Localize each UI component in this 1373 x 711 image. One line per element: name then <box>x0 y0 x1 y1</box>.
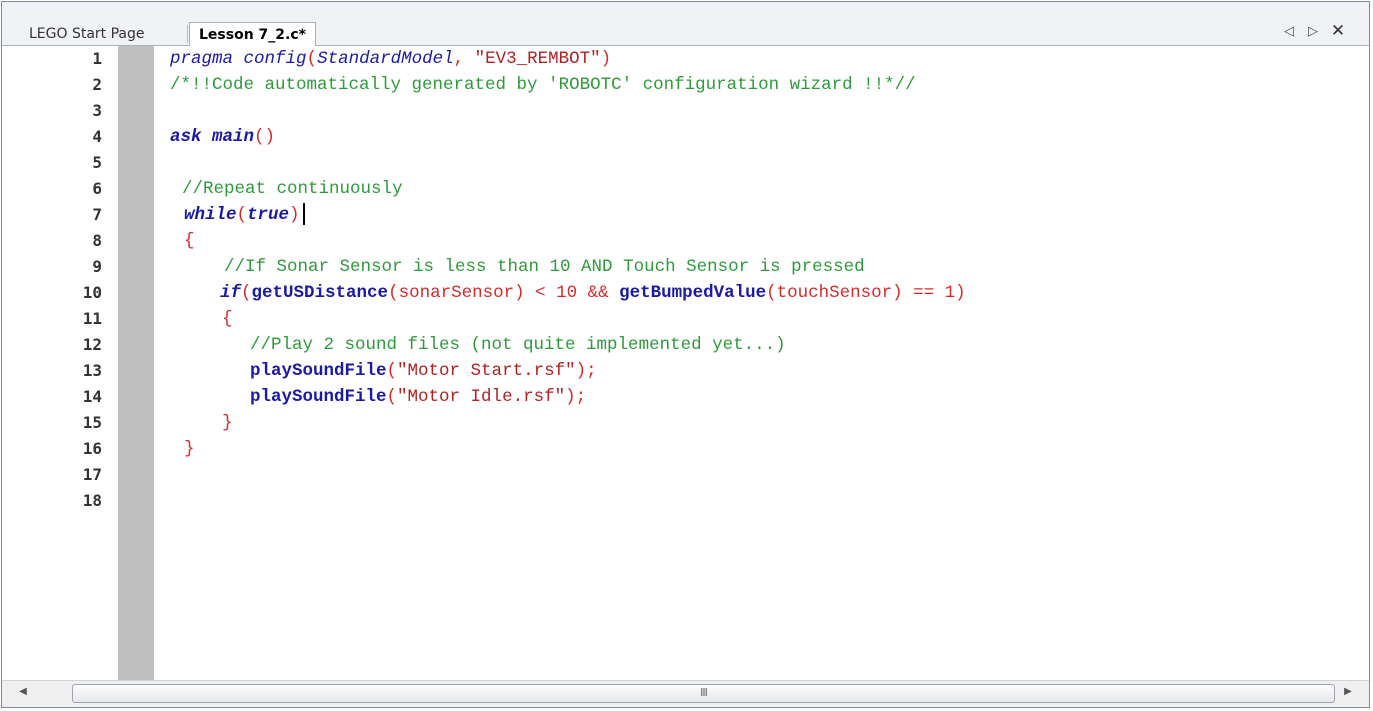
punctuation: ( <box>306 49 318 69</box>
line-number: 12 <box>82 335 102 354</box>
function-name: playSoundFile <box>250 387 387 407</box>
close-tab-icon[interactable]: ✕ <box>1329 21 1347 41</box>
code-line: } <box>222 410 233 436</box>
comment: //Repeat continuously <box>182 179 403 199</box>
string-literal: "EV3_REMBOT" <box>474 49 601 69</box>
code-editor[interactable]: 1 2 3 4 5 6 7 8 9 10 11 12 13 14 15 16 1… <box>2 46 1369 680</box>
code-line: //Play 2 sound files (not quite implemen… <box>250 332 786 358</box>
line-number: 17 <box>82 465 102 484</box>
brace: { <box>222 309 233 329</box>
keyword: true <box>247 205 290 225</box>
scroll-left-arrow-icon[interactable]: ◀ <box>16 686 30 697</box>
string-literal: "Motor Start.rsf" <box>397 361 576 381</box>
tab-divider <box>187 25 188 43</box>
horizontal-scrollbar[interactable]: ◀ III ▶ <box>2 680 1369 707</box>
punctuation: () <box>254 127 276 147</box>
code-line: { <box>184 228 195 254</box>
code-line: { <box>222 306 233 332</box>
grip-icon: III <box>700 686 708 699</box>
expression: (sonarSensor) < 10 && <box>388 283 620 303</box>
line-number: 13 <box>82 361 102 380</box>
punctuation: ( <box>236 205 248 225</box>
scroll-right-arrow-icon[interactable]: ▶ <box>1341 686 1355 697</box>
string-literal: "Motor Idle.rsf" <box>397 387 566 407</box>
code-line: playSoundFile("Motor Idle.rsf"); <box>250 384 586 410</box>
punctuation: ( <box>386 361 398 381</box>
punctuation: ( <box>386 387 398 407</box>
comment: /*!!Code automatically generated by 'ROB… <box>170 75 916 95</box>
expression: (touchSensor) == 1) <box>766 283 966 303</box>
punctuation: ); <box>565 387 587 407</box>
line-number: 8 <box>92 231 102 250</box>
function-name: config <box>243 49 307 69</box>
line-number: 4 <box>92 127 102 146</box>
keyword: if <box>220 283 242 303</box>
document-tab-bar: LEGO Start Page Lesson 7_2.c* ◁ ▷ ✕ <box>2 2 1369 47</box>
code-line: if(getUSDistance(sonarSensor) < 10 && ge… <box>220 280 966 306</box>
code-line: //Repeat continuously <box>182 176 403 202</box>
brace: { <box>184 231 195 251</box>
tab-lego-start-page[interactable]: LEGO Start Page <box>20 22 154 46</box>
text-cursor <box>302 203 305 226</box>
breakpoint-margin[interactable] <box>118 46 154 680</box>
punctuation: ( <box>241 283 252 303</box>
punctuation: ) <box>600 49 612 69</box>
line-number: 10 <box>82 283 102 302</box>
function-name: playSoundFile <box>250 361 387 381</box>
line-number: 9 <box>92 257 102 276</box>
code-line: //If Sonar Sensor is less than 10 AND To… <box>224 254 865 280</box>
line-number: 3 <box>92 101 102 120</box>
line-number: 14 <box>82 387 102 406</box>
code-line: /*!!Code automatically generated by 'ROB… <box>170 72 916 98</box>
code-line: pragma config(StandardModel, "EV3_REMBOT… <box>170 46 611 72</box>
keyword: ask <box>170 127 202 147</box>
brace: } <box>222 413 233 433</box>
line-number: 7 <box>92 205 102 224</box>
code-line: ask main() <box>170 124 275 150</box>
identifier: StandardModel <box>317 49 454 69</box>
comment: //If Sonar Sensor is less than 10 AND To… <box>224 257 865 277</box>
scroll-tabs-left-icon[interactable]: ◁ <box>1280 24 1298 39</box>
function-name: getUSDistance <box>251 283 389 303</box>
line-number: 15 <box>82 413 102 432</box>
punctuation: ); <box>575 361 597 381</box>
function-name: main <box>212 127 255 147</box>
code-line: while(true) <box>184 202 305 228</box>
tab-lesson-7-2[interactable]: Lesson 7_2.c* <box>189 22 316 47</box>
code-line: } <box>184 436 195 462</box>
editor-window: LEGO Start Page Lesson 7_2.c* ◁ ▷ ✕ 1 2 … <box>1 1 1370 708</box>
punctuation: , <box>453 49 465 69</box>
scrollbar-thumb[interactable]: III <box>72 684 1335 703</box>
line-number: 2 <box>92 75 102 94</box>
line-number: 6 <box>92 179 102 198</box>
code-line: playSoundFile("Motor Start.rsf"); <box>250 358 597 384</box>
brace: } <box>184 439 195 459</box>
scroll-tabs-right-icon[interactable]: ▷ <box>1304 24 1322 39</box>
line-number: 16 <box>82 439 102 458</box>
line-number: 11 <box>82 309 102 328</box>
line-number: 1 <box>92 49 102 68</box>
punctuation: ) <box>289 205 300 225</box>
line-number: 5 <box>92 153 102 172</box>
comment: //Play 2 sound files (not quite implemen… <box>250 335 786 355</box>
function-name: getBumpedValue <box>619 283 767 303</box>
line-number: 18 <box>82 491 102 510</box>
keyword: pragma <box>170 49 234 69</box>
keyword: while <box>184 205 237 225</box>
